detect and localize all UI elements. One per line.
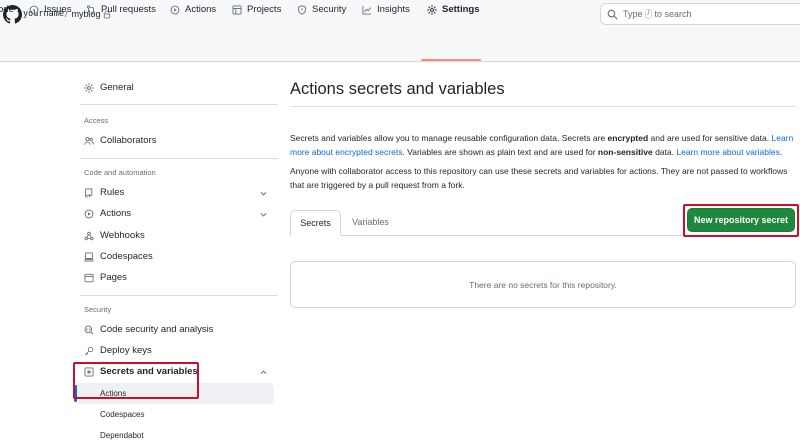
sidebar-item-label: Webhooks xyxy=(100,230,145,241)
tab-settings[interactable]: Settings xyxy=(427,0,479,26)
intro-emphasis-encrypted: encrypted xyxy=(607,133,649,143)
chevron-down-icon[interactable] xyxy=(259,210,268,219)
sidebar-item-label: Pages xyxy=(100,272,127,283)
tab-pull-requests-label: Pull requests xyxy=(101,4,156,15)
highlight-box-secrets-variables xyxy=(73,362,199,399)
sidebar-item-label: Code security and analysis xyxy=(100,324,214,335)
sidebar-heading-access: Access xyxy=(84,116,109,125)
tab-actions-label: Actions xyxy=(185,4,217,15)
graph-icon xyxy=(362,5,372,15)
tab-projects[interactable]: Projects xyxy=(232,0,281,26)
tab-security-label: Security xyxy=(312,4,347,15)
sidebar-item-label: Collaborators xyxy=(100,135,157,146)
search-placeholder-suffix: to search xyxy=(654,9,692,19)
chevron-up-icon[interactable] xyxy=(259,368,268,377)
sidebar-item-label: Actions xyxy=(100,208,132,219)
chevron-down-icon[interactable] xyxy=(259,189,268,198)
tab-insights[interactable]: Insights xyxy=(362,0,410,26)
shield-icon xyxy=(298,5,306,15)
pull-request-icon xyxy=(86,5,96,15)
sidebar-item-webhooks[interactable]: Webhooks xyxy=(84,230,145,241)
tab-issues-label: Issues xyxy=(44,4,72,15)
intro-text: and are used for sensitive data. xyxy=(648,133,772,143)
people-icon xyxy=(84,136,94,145)
intro-text: . Variables are shown as plain text and … xyxy=(402,146,598,157)
sidebar-item-label: Codespaces xyxy=(100,251,153,262)
repo-push-icon xyxy=(85,188,93,197)
sidebar-heading-security: Security xyxy=(84,305,112,314)
play-icon xyxy=(84,209,94,218)
webhook-icon xyxy=(84,231,94,240)
play-icon xyxy=(170,5,180,15)
browser-icon xyxy=(84,273,94,282)
tab-projects-label: Projects xyxy=(247,4,282,15)
sidebar-item-label: Deploy keys xyxy=(100,345,152,356)
intro-text: . xyxy=(779,146,783,157)
tabnav-border xyxy=(290,235,682,236)
intro-paragraph: Secrets and variables allow you to manag… xyxy=(290,132,796,159)
sidebar-divider xyxy=(80,104,278,105)
search-placeholder-prefix: Type xyxy=(623,9,643,19)
highlight-box-new-secret xyxy=(683,204,799,237)
codescan-icon xyxy=(84,325,94,334)
empty-message: There are no secrets for this repository… xyxy=(469,279,617,290)
codespaces-icon xyxy=(84,252,94,261)
sidebar-item-code-security[interactable]: Code security and analysis xyxy=(84,324,214,335)
sidebar-item-general[interactable]: General xyxy=(84,82,134,93)
repo-header: yourname / myblog Type / to search ode I… xyxy=(0,0,800,62)
sidebar-item-label: Rules xyxy=(100,187,125,198)
sidebar-item-pages[interactable]: Pages xyxy=(84,272,127,283)
issue-icon xyxy=(29,5,39,15)
intro-emphasis-non-sensitive: non-sensitive xyxy=(597,146,653,157)
sidebar-item-codespaces[interactable]: Codespaces xyxy=(84,251,153,262)
collaborator-paragraph: Anyone with collaborator access to this … xyxy=(290,166,788,190)
page-title: Actions secrets and variables xyxy=(290,80,505,98)
sidebar-divider xyxy=(80,158,278,159)
search-icon xyxy=(607,9,618,20)
tab-actions[interactable]: Actions xyxy=(170,0,216,26)
gear-icon xyxy=(427,5,437,15)
tab-variables[interactable]: Variables xyxy=(352,217,389,227)
tab-secrets[interactable]: Secrets xyxy=(290,210,341,236)
sidebar-item-deploy-keys[interactable]: Deploy keys xyxy=(84,345,152,356)
sidebar-heading-code-automation: Code and automation xyxy=(84,168,156,177)
tab-settings-label: Settings xyxy=(442,4,480,15)
gear-icon xyxy=(84,82,94,93)
sidebar-divider xyxy=(80,295,278,296)
search-input[interactable]: Type / to search xyxy=(600,3,800,25)
tab-code-label: ode xyxy=(0,4,14,15)
sidebar-item-rules[interactable]: Rules xyxy=(84,187,124,198)
tab-insights-label: Insights xyxy=(377,4,410,15)
search-shortcut-key: / xyxy=(644,9,653,19)
sidebar-subitem-dependabot[interactable]: Dependabot xyxy=(100,431,144,440)
sidebar-item-label: General xyxy=(100,82,134,93)
title-divider xyxy=(290,106,796,107)
sidebar-item-collaborators[interactable]: Collaborators xyxy=(84,135,157,146)
selected-tab-indicator xyxy=(421,59,481,61)
tab-issues[interactable]: Issues xyxy=(29,0,71,26)
table-icon xyxy=(232,5,242,15)
sidebar-item-actions[interactable]: Actions xyxy=(84,208,131,219)
tab-security[interactable]: Security xyxy=(297,0,346,26)
intro-text: data. xyxy=(652,146,677,157)
variables-link[interactable]: Learn more about variables xyxy=(676,147,779,157)
sidebar-subitem-codespaces[interactable]: Codespaces xyxy=(100,410,144,419)
intro-text: Secrets and variables allow you to manag… xyxy=(290,133,608,143)
tab-pull-requests[interactable]: Pull requests xyxy=(86,0,156,26)
empty-secrets-box: There are no secrets for this repository… xyxy=(290,261,796,308)
tab-code[interactable]: ode xyxy=(0,0,14,26)
key-icon xyxy=(84,346,94,355)
